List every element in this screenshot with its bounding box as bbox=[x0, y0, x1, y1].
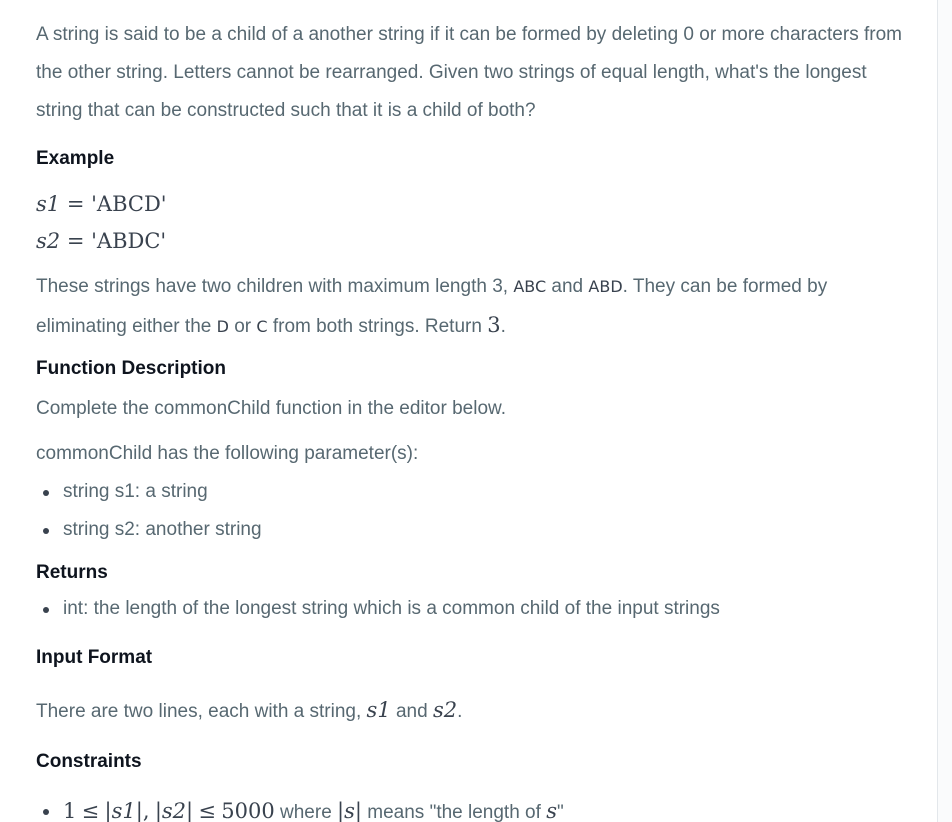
constraint-s: |s| bbox=[337, 799, 362, 822]
function-description-heading: Function Description bbox=[36, 358, 226, 379]
explain-end: . bbox=[500, 316, 506, 337]
s1-variable: s1 bbox=[36, 192, 61, 216]
input-format-and: and bbox=[390, 701, 433, 722]
s1-value: 'ABCD' bbox=[91, 192, 167, 216]
constraint-max: 5000 bbox=[221, 799, 275, 822]
input-format-heading: Input Format bbox=[36, 647, 153, 668]
constraint-close: " bbox=[556, 802, 564, 822]
example-s2: s2 = 'ABDC' bbox=[36, 223, 916, 260]
explain-part1: These strings have two children with max… bbox=[36, 276, 514, 297]
input-format-before: There are two lines, each with a string, bbox=[36, 701, 367, 722]
return-value: 3 bbox=[487, 313, 501, 337]
example-heading: Example bbox=[36, 148, 115, 169]
code-abd: ABD bbox=[588, 277, 623, 296]
list-item: string s2: another string bbox=[36, 511, 916, 549]
input-format-end: . bbox=[457, 701, 463, 722]
s2-equals: = bbox=[66, 229, 85, 253]
constraint-le-1: ≤ bbox=[81, 799, 100, 822]
explain-and: and bbox=[546, 276, 589, 297]
list-item: 1 ≤ |s1|, |s2| ≤ 5000 where |s| means "t… bbox=[36, 792, 916, 822]
constraint-s1: |s1| bbox=[104, 799, 143, 822]
s1-equals: = bbox=[66, 192, 85, 216]
constraint-s2: |s2| bbox=[154, 799, 194, 822]
code-c: C bbox=[256, 317, 268, 336]
problem-statement: A string is said to be a child of a anot… bbox=[36, 0, 916, 822]
list-item: int: the length of the longest string wh… bbox=[36, 590, 916, 628]
explain-or: or bbox=[228, 316, 257, 337]
code-abc: ABC bbox=[513, 277, 547, 296]
constraints-heading: Constraints bbox=[36, 751, 142, 772]
example-explanation: These strings have two children with max… bbox=[36, 268, 916, 346]
constraint-means: means "the length of bbox=[361, 802, 547, 822]
problem-page: A string is said to be a child of a anot… bbox=[0, 0, 952, 822]
explain-part3: from both strings. Return bbox=[267, 316, 488, 337]
constraint-le-2: ≤ bbox=[198, 799, 216, 822]
s2-variable: s2 bbox=[36, 229, 61, 253]
var-s1: s1 bbox=[366, 698, 391, 722]
constraint-one: 1 bbox=[63, 799, 77, 822]
constraint-s-var: s bbox=[546, 799, 557, 822]
var-s2: s2 bbox=[432, 698, 458, 722]
returns-list: int: the length of the longest string wh… bbox=[36, 590, 916, 628]
constraint-comma: , bbox=[142, 799, 150, 822]
s2-value: 'ABDC' bbox=[91, 229, 167, 253]
list-item: string s1: a string bbox=[36, 473, 916, 511]
returns-heading: Returns bbox=[36, 562, 108, 583]
scrollbar-track[interactable] bbox=[937, 0, 952, 822]
input-format-text: There are two lines, each with a string,… bbox=[36, 691, 916, 731]
intro-paragraph: A string is said to be a child of a anot… bbox=[36, 24, 902, 121]
params-list: string s1: a string string s2: another s… bbox=[36, 473, 916, 549]
constraint-where: where bbox=[274, 802, 338, 822]
constraints-list: 1 ≤ |s1|, |s2| ≤ 5000 where |s| means "t… bbox=[36, 792, 916, 822]
function-complete-text: Complete the commonChild function in the… bbox=[36, 398, 506, 419]
code-d: D bbox=[216, 317, 229, 336]
example-s1: s1 = 'ABCD' bbox=[36, 186, 916, 223]
params-intro-text: commonChild has the following parameter(… bbox=[36, 443, 419, 464]
